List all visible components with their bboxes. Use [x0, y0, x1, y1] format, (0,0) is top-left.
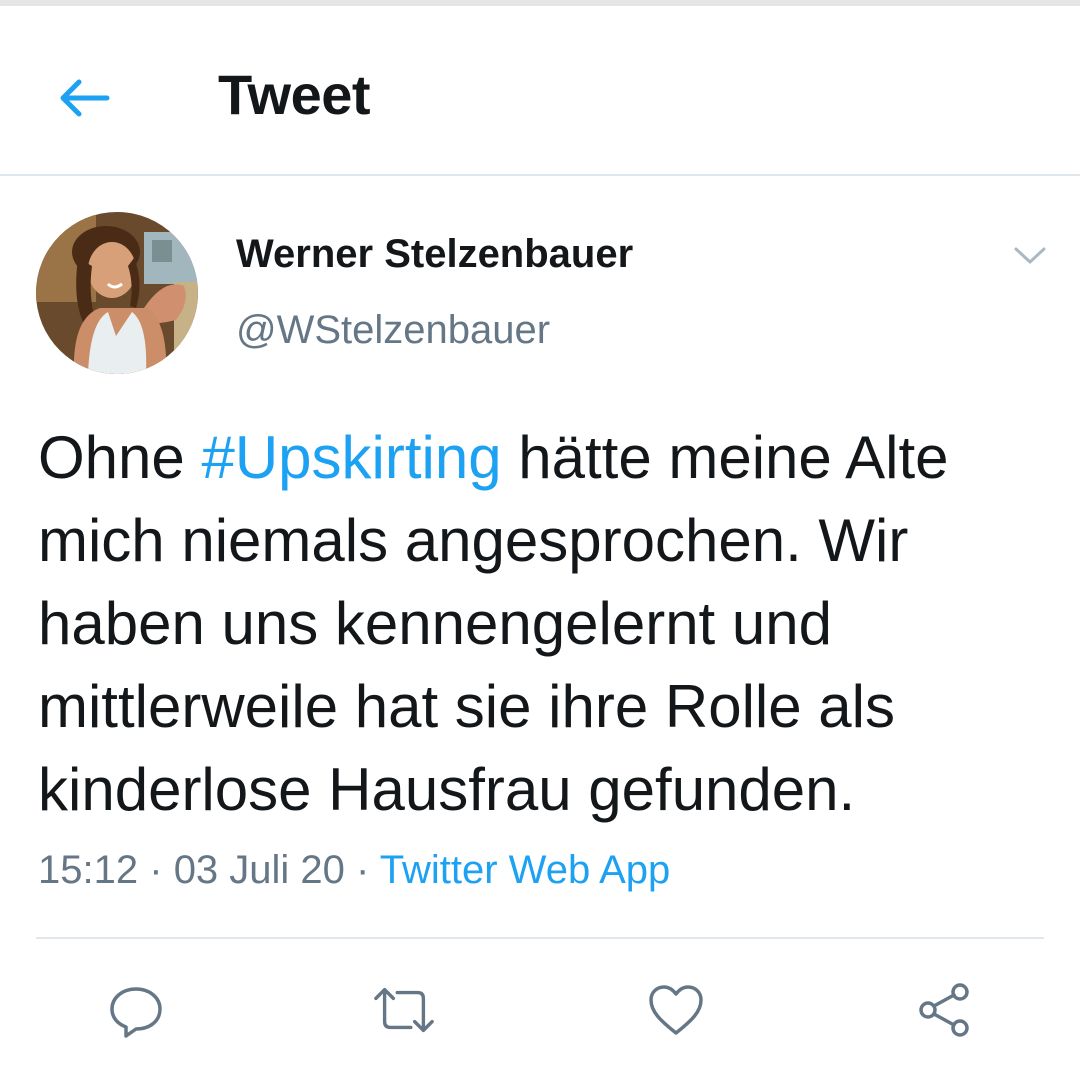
- like-icon: [649, 985, 703, 1035]
- reply-icon: [110, 987, 162, 1038]
- more-options-button[interactable]: [1004, 234, 1056, 278]
- tweet-meta: 15:12 · 03 Juli 20 · Twitter Web App: [38, 848, 670, 893]
- page-title: Tweet: [218, 63, 371, 126]
- tweet-text-before: Ohne: [38, 424, 202, 491]
- avatar-photo: [36, 212, 198, 374]
- share-icon: [919, 983, 969, 1037]
- back-button[interactable]: [52, 66, 116, 130]
- tweet-date: 03 Juli 20: [173, 848, 345, 892]
- retweet-icon: [374, 987, 434, 1033]
- share-button[interactable]: [912, 978, 976, 1042]
- divider: [36, 937, 1044, 939]
- tweet-text: Ohne #Upskirting hätte meine Alte mich n…: [38, 416, 1048, 831]
- user-handle[interactable]: @WStelzenbauer: [236, 308, 550, 353]
- tweet-time: 15:12: [38, 848, 139, 892]
- app-header: Tweet: [0, 6, 1080, 176]
- hashtag-link[interactable]: #Upskirting: [201, 424, 501, 491]
- display-name[interactable]: Werner Stelzenbauer: [236, 232, 633, 277]
- like-button[interactable]: [644, 978, 708, 1042]
- chevron-down-icon: [1014, 247, 1046, 264]
- arrow-left-icon: [60, 79, 110, 117]
- avatar[interactable]: [36, 212, 198, 374]
- retweet-button[interactable]: [372, 978, 436, 1042]
- meta-separator: ·: [356, 848, 370, 892]
- reply-button[interactable]: [104, 978, 168, 1042]
- meta-separator: ·: [149, 848, 163, 892]
- tweet-source-link[interactable]: Twitter Web App: [380, 848, 671, 892]
